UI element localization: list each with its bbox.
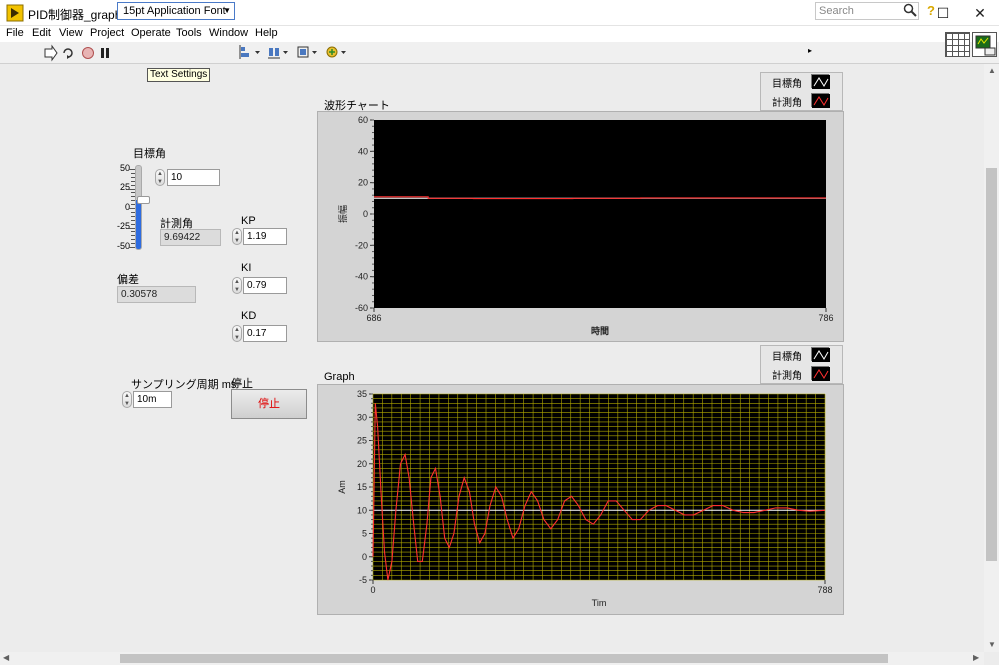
legend-measured-label: 計測角 [772, 98, 802, 109]
slider-scale-minus25: -25 [116, 221, 130, 231]
ki-spinner[interactable]: ▲ ▼ [232, 277, 242, 294]
kd-input[interactable]: 0.17 [243, 325, 287, 342]
font-select-value: 15pt Application Font [123, 5, 226, 17]
graph-legend-target-swatch[interactable] [811, 347, 830, 362]
graph-title: Graph [324, 371, 355, 383]
y-tick-label: -60 [355, 303, 368, 313]
slider-scale-0: 0 [124, 202, 130, 212]
target-angle-input[interactable]: 10 [167, 169, 220, 186]
menu-view[interactable]: View [59, 27, 83, 39]
kd-spinner[interactable]: ▲ ▼ [232, 325, 242, 342]
graph-legend-measured-swatch[interactable] [811, 366, 830, 381]
menu-project[interactable]: Project [90, 27, 124, 39]
chevron-down-icon: ▼ [223, 6, 231, 15]
slider-scale-50: 50 [119, 163, 130, 173]
sampling-period-input[interactable]: 10m [133, 391, 172, 408]
run-continuous-icon[interactable] [61, 46, 75, 60]
y-tick-label: 5 [362, 529, 367, 539]
y-tick-label: 60 [358, 115, 368, 125]
search-expand-icon[interactable]: ▸ [808, 46, 812, 55]
slider-fill [136, 200, 141, 249]
x-tick-label: 786 [818, 313, 833, 323]
align-icon[interactable] [239, 45, 262, 61]
error-label: 偏差 [117, 274, 139, 286]
x-tick-label: 0 [370, 585, 375, 595]
y-axis-label: Am [337, 480, 347, 494]
pause-icon[interactable] [98, 46, 112, 60]
menu-edit[interactable]: Edit [32, 27, 51, 39]
tooltip-text-settings: Text Settings [147, 68, 211, 82]
abort-icon[interactable] [81, 46, 95, 60]
x-axis-label: Tim [592, 598, 607, 608]
help-icon[interactable]: ? [927, 3, 941, 19]
ki-input[interactable]: 0.79 [243, 277, 287, 294]
sampling-period-spinner[interactable]: ▲ ▼ [122, 391, 132, 408]
legend-target-swatch[interactable] [811, 74, 830, 89]
graph[interactable]: 35302520151050-50 788TimAm [317, 384, 844, 615]
labview-app-icon [6, 4, 24, 22]
y-tick-label: 25 [357, 436, 367, 446]
scroll-left-icon[interactable]: ◀ [3, 653, 9, 662]
target-angle-label: 目標角 [133, 148, 166, 160]
sampling-period-label: サンプリング周期 ms [131, 379, 237, 391]
graph-legend-measured-label: 計測角 [772, 371, 802, 382]
y-axis-label: 振幅 [337, 205, 348, 223]
font-select[interactable]: 15pt Application Font ▼ [117, 2, 235, 20]
y-tick-label: 30 [357, 412, 367, 422]
run-arrow-icon[interactable] [44, 44, 58, 62]
scroll-down-icon[interactable]: ▼ [988, 640, 996, 649]
y-tick-label: 35 [357, 389, 367, 399]
error-indicator: 0.30578 [117, 286, 196, 303]
vi-icon[interactable] [972, 32, 997, 57]
stop-button[interactable]: 停止 [231, 389, 307, 419]
y-tick-label: -40 [355, 272, 368, 282]
menu-help[interactable]: Help [255, 27, 278, 39]
slider-scale-25: 25 [119, 182, 130, 192]
kp-input[interactable]: 1.19 [243, 228, 287, 245]
menu-tools[interactable]: Tools [176, 27, 202, 39]
y-tick-label: -5 [359, 575, 367, 585]
y-tick-label: 20 [357, 459, 367, 469]
x-axis-label: 時間 [591, 325, 609, 336]
y-tick-label: 40 [358, 146, 368, 156]
y-tick-label: 0 [363, 209, 368, 219]
waveform-chart[interactable]: 60 40 20 0 -20 -40 -60686 786 時間 振幅 [317, 111, 844, 342]
y-tick-label: -20 [355, 240, 368, 250]
y-tick-label: 15 [357, 482, 367, 492]
vertical-scroll-thumb[interactable] [986, 168, 997, 561]
target-angle-spinner[interactable]: ▲ ▼ [155, 169, 165, 186]
close-button[interactable]: ✕ [962, 0, 998, 26]
scroll-up-icon[interactable]: ▲ [988, 66, 996, 75]
y-tick-label: 0 [362, 552, 367, 562]
ki-label: KI [241, 262, 252, 274]
horizontal-scroll-thumb[interactable] [120, 654, 888, 663]
x-tick-label: 788 [817, 585, 832, 595]
search-icon[interactable] [903, 3, 917, 17]
plot-area[interactable] [374, 120, 826, 308]
resize-icon[interactable] [297, 45, 319, 61]
x-tick-label: 686 [366, 313, 381, 323]
legend-measured-swatch[interactable] [811, 93, 830, 108]
kp-label: KP [241, 215, 256, 227]
slider-thumb[interactable] [137, 196, 150, 205]
y-tick-label: 20 [358, 178, 368, 188]
legend-target-label: 目標角 [772, 79, 802, 90]
menu-operate[interactable]: Operate [131, 27, 171, 39]
measured-angle-indicator: 9.69422 [160, 229, 221, 246]
graph-legend-target-label: 目標角 [772, 352, 802, 363]
slider-scale-minus50: -50 [116, 241, 130, 251]
search-placeholder: Search [819, 5, 854, 17]
connector-pane-icon[interactable] [945, 32, 970, 57]
reorder-icon[interactable] [326, 45, 348, 61]
scroll-right-icon[interactable]: ▶ [973, 653, 979, 662]
menu-file[interactable]: File [6, 27, 24, 39]
distribute-icon[interactable] [268, 45, 290, 61]
kp-spinner[interactable]: ▲ ▼ [232, 228, 242, 245]
toolbar [0, 42, 999, 64]
kd-label: KD [241, 310, 257, 322]
menu-window[interactable]: Window [209, 27, 248, 39]
y-tick-label: 10 [357, 505, 367, 515]
